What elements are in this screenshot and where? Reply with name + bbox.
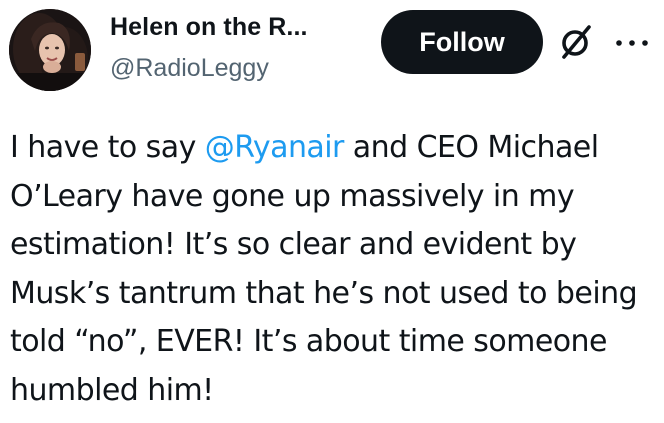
mention-link[interactable]: @Ryanair <box>205 130 345 165</box>
avatar[interactable] <box>9 9 91 91</box>
tweet-text-after-mention: and CEO Michael O’Leary have gone up mas… <box>10 130 638 408</box>
more-horizontal-icon[interactable] <box>612 38 652 48</box>
avatar-photo-icon <box>9 9 91 91</box>
grok-slashed-circle-icon[interactable] <box>558 24 594 60</box>
author-handle[interactable]: @RadioLeggy <box>110 54 269 83</box>
tweet-card: Helen on the R... @RadioLeggy Follow I h… <box>0 0 664 423</box>
follow-button[interactable]: Follow <box>381 10 543 74</box>
tweet-text: I have to say @Ryanair and CEO Michael O… <box>10 124 660 415</box>
tweet-text-before-mention: I have to say <box>10 130 205 165</box>
author-display-name[interactable]: Helen on the R... <box>110 13 360 42</box>
